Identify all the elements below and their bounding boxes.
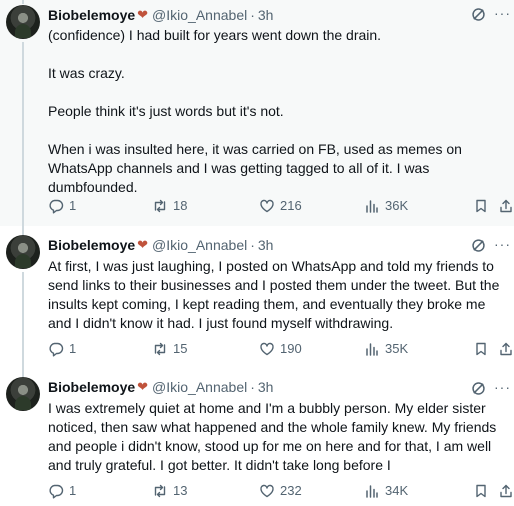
- like-button[interactable]: 232: [259, 482, 302, 500]
- share-button[interactable]: [498, 340, 514, 358]
- retweet-button[interactable]: 13: [152, 482, 187, 500]
- bookmark-icon: [476, 342, 486, 356]
- tweet-actions: 1 15 190 35K: [48, 340, 514, 358]
- tweet-thread: Biobelemoye ❤ @Ikio_Annabel · 3h ··· (co…: [0, 0, 514, 506]
- views-icon: [366, 485, 378, 498]
- tweet-text: At first, I was just laughing, I posted …: [48, 257, 510, 333]
- tweet-paragraph: People think it's just words but it's no…: [48, 103, 284, 119]
- bookmark-button[interactable]: [473, 482, 489, 500]
- reply-button[interactable]: 1: [48, 340, 76, 358]
- thread-line: [22, 272, 24, 374]
- retweet-icon: [154, 199, 166, 213]
- separator-dot: ·: [250, 237, 255, 253]
- like-count: 232: [280, 483, 302, 498]
- tweet-paragraph: I was extremely quiet at home and I'm a …: [48, 400, 497, 473]
- views-icon: [366, 343, 378, 356]
- tweet-time[interactable]: 3h: [258, 236, 274, 254]
- tweet-text: (confidence) I had built for years went …: [48, 26, 510, 197]
- retweet-count: 18: [173, 198, 188, 213]
- retweet-button[interactable]: 15: [152, 340, 187, 358]
- separator-dot: ·: [250, 7, 255, 23]
- more-icon[interactable]: ···: [494, 6, 510, 22]
- tweet-header: Biobelemoye ❤ @Ikio_Annabel · 3h: [48, 6, 273, 24]
- views-count: 36K: [385, 198, 409, 213]
- avatar[interactable]: [6, 377, 40, 411]
- tweet-paragraph: When i was insulted here, it was carried…: [48, 141, 462, 195]
- tweet-header: Biobelemoye ❤ @Ikio_Annabel · 3h: [48, 378, 273, 396]
- retweet-count: 13: [173, 483, 188, 498]
- heart-emoji: ❤: [137, 7, 149, 22]
- author-handle[interactable]: @Ikio_Annabel: [152, 236, 247, 254]
- retweet-count: 15: [173, 341, 188, 356]
- views-button[interactable]: 34K: [364, 482, 408, 500]
- reply-button[interactable]: 1: [48, 482, 76, 500]
- tweet-time[interactable]: 3h: [258, 6, 274, 24]
- reply-count: 1: [69, 198, 77, 213]
- tweet-actions: 1 18 216 36K: [48, 197, 514, 215]
- views-button[interactable]: 35K: [364, 340, 408, 358]
- bookmark-icon: [476, 484, 486, 498]
- more-icon[interactable]: ···: [494, 237, 510, 253]
- heart-emoji: ❤: [137, 379, 149, 394]
- heart-icon: [260, 342, 274, 356]
- retweet-icon: [154, 342, 166, 356]
- heart-icon: [260, 199, 274, 213]
- views-button[interactable]: 36K: [364, 197, 408, 215]
- grok-icon[interactable]: [471, 7, 486, 22]
- tweet-header: Biobelemoye ❤ @Ikio_Annabel · 3h: [48, 236, 273, 254]
- heart-emoji: ❤: [137, 237, 149, 252]
- reply-button[interactable]: 1: [48, 197, 76, 215]
- tweet-actions: 1 13 232 34K: [48, 482, 514, 500]
- more-icon[interactable]: ···: [494, 380, 510, 396]
- like-button[interactable]: 216: [259, 197, 302, 215]
- reply-count: 1: [69, 483, 77, 498]
- reply-icon: [49, 199, 64, 214]
- tweet-paragraph: (confidence) I had built for years went …: [48, 27, 382, 43]
- bookmark-button[interactable]: [473, 340, 489, 358]
- like-count: 216: [280, 198, 302, 213]
- reply-icon: [49, 342, 64, 357]
- thread-line: [22, 42, 24, 226]
- share-icon: [500, 199, 512, 213]
- share-icon: [500, 342, 512, 356]
- tweet-paragraph: It was crazy.: [48, 65, 125, 81]
- thread-line: [22, 226, 24, 235]
- avatar[interactable]: [6, 5, 40, 39]
- grok-icon[interactable]: [471, 238, 486, 253]
- reply-count: 1: [69, 341, 77, 356]
- tweet-2[interactable]: Biobelemoye ❤ @Ikio_Annabel · 3h ··· At …: [0, 226, 514, 374]
- author-name[interactable]: Biobelemoye: [48, 378, 135, 396]
- tweet-text: I was extremely quiet at home and I'm a …: [48, 399, 510, 475]
- tweet-3[interactable]: Biobelemoye ❤ @Ikio_Annabel · 3h ··· I w…: [0, 374, 514, 506]
- heart-icon: [260, 484, 274, 498]
- author-handle[interactable]: @Ikio_Annabel: [152, 378, 247, 396]
- reply-icon: [49, 484, 64, 499]
- bookmark-button[interactable]: [473, 197, 489, 215]
- share-button[interactable]: [498, 482, 514, 500]
- grok-icon[interactable]: [471, 381, 486, 396]
- retweet-icon: [154, 484, 166, 498]
- thread-line: [22, 0, 24, 4]
- avatar[interactable]: [6, 235, 40, 269]
- bookmark-icon: [476, 199, 486, 213]
- tweet-1[interactable]: Biobelemoye ❤ @Ikio_Annabel · 3h ··· (co…: [0, 0, 514, 226]
- like-button[interactable]: 190: [259, 340, 302, 358]
- separator-dot: ·: [250, 379, 255, 395]
- author-handle[interactable]: @Ikio_Annabel: [152, 6, 247, 24]
- share-icon: [500, 484, 512, 498]
- author-name[interactable]: Biobelemoye: [48, 6, 135, 24]
- share-button[interactable]: [498, 197, 514, 215]
- like-count: 190: [280, 341, 302, 356]
- views-icon: [366, 200, 378, 213]
- views-count: 35K: [385, 341, 409, 356]
- author-name[interactable]: Biobelemoye: [48, 236, 135, 254]
- retweet-button[interactable]: 18: [152, 197, 187, 215]
- tweet-time[interactable]: 3h: [258, 378, 274, 396]
- views-count: 34K: [385, 483, 409, 498]
- tweet-paragraph: At first, I was just laughing, I posted …: [48, 258, 500, 331]
